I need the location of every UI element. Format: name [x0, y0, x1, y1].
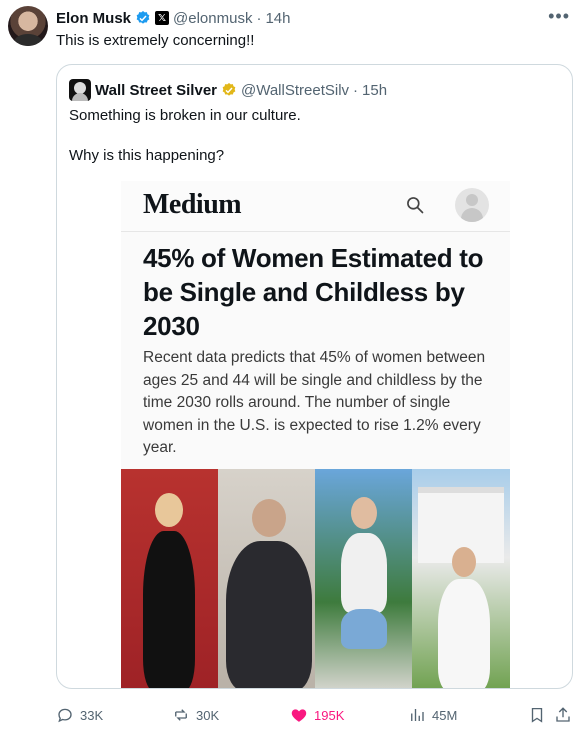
reply-icon: [58, 708, 72, 723]
photo-collage: [121, 469, 510, 688]
article-summary: Recent data predicts that 45% of women b…: [143, 349, 486, 456]
quote-time: 15h: [362, 81, 388, 99]
reply-button[interactable]: 33K: [56, 706, 103, 724]
bookmark-icon: [531, 707, 543, 723]
author-handle[interactable]: @elonmusk: [173, 10, 252, 27]
tweet-time[interactable]: 14h: [265, 10, 290, 27]
author-name[interactable]: Elon Musk: [56, 10, 131, 27]
share-button[interactable]: [554, 706, 572, 724]
like-count: 195K: [314, 707, 345, 723]
photo-3: [315, 469, 412, 688]
tweet-text: This is extremely concerning!!: [56, 32, 255, 49]
search-icon: [407, 197, 424, 214]
repost-button[interactable]: 30K: [172, 706, 219, 724]
quoted-tweet[interactable]: Wall Street Silver @WallStreetSilv · 15h…: [56, 64, 573, 689]
heart-filled-icon: [291, 709, 307, 722]
medium-logo: Medium: [143, 189, 242, 220]
separator: ·: [353, 81, 359, 99]
article-headline: 45% of Women Estimated to be Single and …: [143, 243, 484, 341]
quote-text-line-1: Something is broken in our culture.: [69, 107, 301, 124]
share-icon: [556, 707, 570, 722]
user-avatar-icon: [455, 188, 489, 222]
views-chart-icon: [411, 709, 424, 721]
gold-verified-badge-icon: [222, 83, 236, 96]
photo-4: [412, 469, 510, 688]
x-affiliation-icon: 𝕏: [155, 11, 170, 25]
separator: ·: [256, 9, 262, 27]
quote-author-avatar: [69, 79, 91, 101]
medium-header-bar: Medium: [121, 181, 510, 232]
verified-badge-icon: [136, 11, 150, 24]
reply-count: 33K: [80, 707, 104, 723]
bookmark-button[interactable]: [528, 706, 546, 724]
view-count: 45M: [432, 707, 458, 723]
quote-text-line-2: Why is this happening?: [69, 147, 225, 164]
quote-header: Wall Street Silver @WallStreetSilv · 15h: [69, 79, 387, 101]
repost-icon: [175, 709, 187, 721]
like-button[interactable]: 195K: [290, 706, 344, 724]
tweet-header: Elon Musk 𝕏 @elonmusk · 14h: [56, 8, 570, 28]
quote-author-handle: @WallStreetSilv: [241, 81, 350, 99]
author-avatar[interactable]: [8, 6, 48, 46]
action-bar: 33K 30K 195K 45M: [56, 700, 576, 730]
views-button[interactable]: 45M: [408, 706, 457, 724]
repost-count: 30K: [196, 707, 220, 723]
photo-1: [121, 469, 218, 688]
embedded-image[interactable]: Medium 45% of Women Estimated to be Sing…: [121, 181, 510, 688]
quote-author-name: Wall Street Silver: [95, 81, 217, 99]
photo-2: [218, 469, 315, 688]
more-horizontal-icon[interactable]: •••: [548, 6, 570, 27]
